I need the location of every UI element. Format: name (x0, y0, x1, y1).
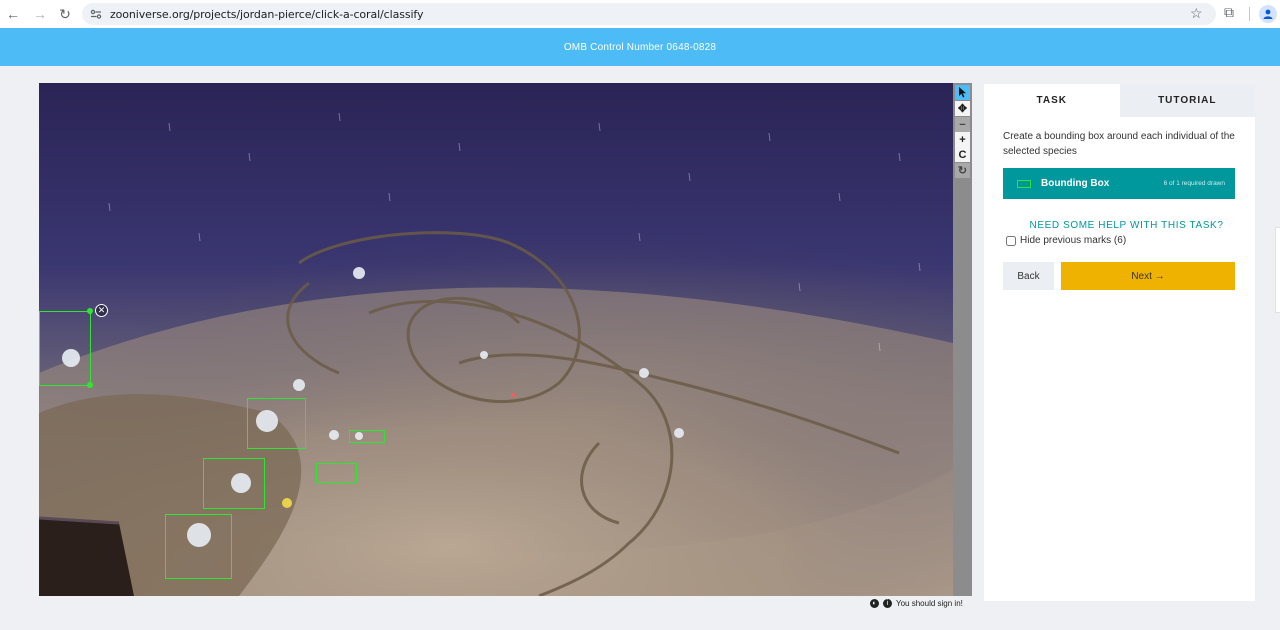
back-arrow-icon[interactable]: ← (4, 5, 22, 23)
task-panel: TASK TUTORIAL Create a bounding box arou… (984, 84, 1255, 601)
delete-mark-icon[interactable]: ✕ (95, 304, 108, 317)
bounding-box-mark[interactable] (203, 458, 265, 509)
bookmark-star-icon[interactable]: ☆ (1190, 5, 1203, 22)
url-text[interactable]: zooniverse.org/projects/jordan-pierce/cl… (110, 8, 424, 21)
tab-tutorial[interactable]: TUTORIAL (1119, 84, 1255, 117)
toolbar-divider (1249, 7, 1250, 21)
help-link[interactable]: NEED SOME HELP WITH THIS TASK? (984, 220, 1255, 231)
tool-count: 6 of 1 required drawn (1163, 180, 1225, 187)
hide-marks-label[interactable]: Hide previous marks (6) (1020, 235, 1126, 246)
forward-arrow-icon[interactable]: → (31, 5, 49, 23)
address-bar[interactable]: zooniverse.org/projects/jordan-pierce/cl… (82, 3, 1216, 25)
back-button[interactable]: Back (1003, 262, 1054, 290)
bounding-box-handle[interactable] (87, 382, 93, 388)
bounding-box-tool[interactable]: Bounding Box 6 of 1 required drawn (1003, 168, 1235, 199)
contrast-icon[interactable]: ◐ (870, 599, 879, 608)
bounding-box-mark[interactable] (165, 514, 232, 579)
profile-avatar-icon[interactable] (1259, 5, 1277, 23)
info-icon[interactable]: i (883, 599, 892, 608)
rotate-icon[interactable]: ↻ (955, 163, 970, 178)
banner-text: OMB Control Number 0648-0828 (563, 41, 717, 53)
reload-icon[interactable]: ↻ (56, 5, 74, 23)
box-swatch-icon (1017, 179, 1031, 188)
sign-in-notice[interactable]: You should sign in! (896, 599, 963, 608)
tool-label: Bounding Box (1041, 178, 1110, 189)
site-settings-icon[interactable] (90, 8, 102, 20)
subject-image[interactable]: ✕ (39, 83, 953, 596)
bounding-box-mark[interactable] (39, 311, 91, 386)
reset-icon[interactable]: C (955, 147, 970, 162)
bounding-box-mark[interactable] (316, 463, 357, 483)
zoom-out-icon[interactable]: − (955, 117, 970, 132)
move-icon[interactable]: ✥ (955, 101, 970, 116)
pointer-icon[interactable] (955, 85, 970, 100)
bounding-box-mark[interactable] (349, 430, 385, 443)
tab-task[interactable]: TASK (984, 84, 1120, 117)
image-toolbar: ✥ − + C ↻ (953, 83, 972, 596)
zoom-in-icon[interactable]: + (955, 132, 970, 147)
extensions-icon[interactable]: ⧉ (1224, 4, 1234, 21)
viewer-footer: ◐ i You should sign in! (870, 599, 963, 608)
hide-marks-row[interactable]: Hide previous marks (6) (1006, 235, 1126, 246)
browser-toolbar: ← → ↻ zooniverse.org/projects/jordan-pie… (0, 0, 1280, 28)
task-instruction: Create a bounding box around each indivi… (1003, 131, 1235, 157)
next-button[interactable]: Next → (1061, 262, 1235, 290)
bounding-box-handle[interactable] (87, 308, 93, 314)
subject-viewer[interactable]: ✕ ✥ − + C ↻ (39, 83, 972, 596)
side-feedback-tab[interactable] (1275, 227, 1280, 313)
bounding-box-mark[interactable] (247, 398, 306, 449)
hide-marks-checkbox[interactable] (1006, 235, 1016, 246)
panel-tabs: TASK TUTORIAL (984, 84, 1255, 117)
omb-banner: OMB Control Number 0648-0828 (0, 28, 1280, 66)
